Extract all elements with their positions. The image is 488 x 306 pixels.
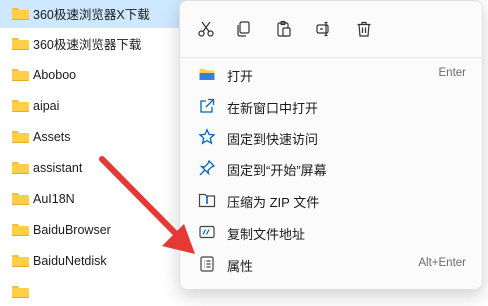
- folder-open-icon: [199, 69, 215, 80]
- folder-icon: [12, 68, 29, 81]
- menu-shortcut: Enter: [438, 67, 467, 79]
- file-row-aipai[interactable]: aipai: [0, 91, 200, 120]
- file-name: Aboboo: [33, 67, 77, 82]
- zip-folder-icon: [198, 193, 216, 208]
- menu-shortcut: Alt+Enter: [418, 257, 466, 269]
- folder-icon: [12, 130, 29, 143]
- file-name: Assets: [33, 129, 71, 144]
- menu-item-open-new-window[interactable]: 在新窗口中打开: [184, 91, 478, 121]
- file-name: 360极速浏览器X下载: [33, 8, 150, 22]
- menu-label: 固定到快速访问: [227, 132, 319, 147]
- menu-item-compress-zip[interactable]: 压缩为 ZIP 文件: [184, 185, 478, 215]
- star-icon: [198, 128, 216, 145]
- external-link-icon: [200, 98, 215, 113]
- folder-icon: [12, 192, 29, 205]
- file-name: BaiduNetdisk: [33, 253, 107, 268]
- context-menu: 打开 Enter 在新窗口中打开 固定到快速访问 固定到“开始”屏幕 压缩为 Z…: [179, 0, 483, 290]
- folder-icon: [12, 161, 29, 174]
- rename-icon: [316, 21, 329, 37]
- file-row-baidubrowser[interactable]: BaiduBrowser: [0, 215, 200, 244]
- properties-icon: [200, 256, 214, 272]
- menu-label: 属性: [227, 259, 254, 274]
- folder-icon: [12, 223, 29, 236]
- delete-button[interactable]: [352, 17, 376, 41]
- trash-icon: [357, 21, 371, 37]
- folder-icon: [12, 37, 29, 50]
- folder-icon: [12, 99, 29, 112]
- file-row-360[interactable]: 360极速浏览器下载: [0, 29, 200, 58]
- folder-icon: [12, 7, 29, 20]
- file-row-baidunetdisk[interactable]: BaiduNetdisk: [0, 246, 200, 275]
- file-name: 360极速浏览器下载: [33, 38, 142, 52]
- menu-label: 打开: [227, 69, 254, 84]
- menu-item-open[interactable]: 打开 Enter: [184, 59, 478, 89]
- file-row-360-x[interactable]: 360极速浏览器X下载: [0, 0, 200, 28]
- file-row-partial[interactable]: [0, 277, 200, 306]
- menu-item-pin-quick-access[interactable]: 固定到快速访问: [184, 122, 478, 152]
- pin-icon: [199, 159, 216, 176]
- folder-icon: [12, 254, 29, 267]
- rename-button[interactable]: [312, 17, 336, 41]
- menu-divider: [180, 57, 482, 58]
- file-name: AuI18N: [33, 191, 75, 206]
- menu-item-copy-path[interactable]: 复制文件地址: [184, 217, 478, 247]
- menu-label: 压缩为 ZIP 文件: [227, 195, 320, 210]
- file-row-aui18n[interactable]: AuI18N: [0, 184, 200, 213]
- copy-button[interactable]: [232, 17, 256, 41]
- copy-icon: [237, 21, 250, 37]
- paste-icon: [277, 20, 291, 37]
- folder-icon: [12, 285, 29, 298]
- menu-item-properties[interactable]: 属性 Alt+Enter: [184, 249, 478, 279]
- paste-button[interactable]: [272, 17, 296, 41]
- copy-path-icon: [199, 225, 215, 239]
- file-row-assets[interactable]: Assets: [0, 122, 200, 151]
- cut-button[interactable]: [194, 17, 218, 41]
- file-row-assistant[interactable]: assistant: [0, 153, 200, 182]
- menu-label: 复制文件地址: [227, 227, 306, 242]
- file-name: BaiduBrowser: [33, 222, 111, 237]
- menu-label: 在新窗口中打开: [227, 101, 319, 116]
- context-toolbar: [180, 1, 482, 57]
- menu-item-pin-start[interactable]: 固定到“开始”屏幕: [184, 153, 478, 183]
- file-name: assistant: [33, 160, 83, 175]
- file-name: aipai: [33, 98, 60, 113]
- file-list: 360极速浏览器X下载 360极速浏览器下载 Aboboo aipai Asse…: [0, 0, 200, 298]
- menu-label: 固定到“开始”屏幕: [227, 163, 327, 178]
- file-row-aboboo[interactable]: Aboboo: [0, 60, 200, 89]
- scissors-icon: [198, 21, 214, 37]
